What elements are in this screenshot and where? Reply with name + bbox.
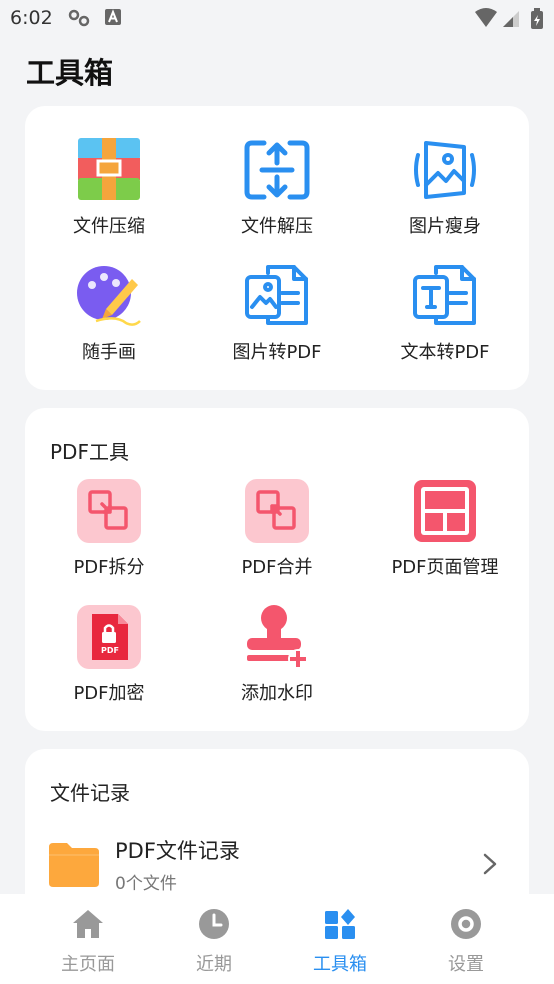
nav-toolbox[interactable]: 工具箱 bbox=[280, 908, 400, 976]
tool-pdf-page-manage[interactable]: PDF页面管理 bbox=[361, 478, 529, 579]
status-time: 6:02 bbox=[10, 7, 53, 29]
nav-label: 近期 bbox=[196, 954, 232, 975]
nav-label: 主页面 bbox=[61, 954, 115, 975]
image-compress-icon bbox=[412, 137, 478, 203]
folder-icon bbox=[49, 843, 99, 887]
pdf-tools-title: PDF工具 bbox=[50, 440, 129, 464]
tool-label: 添加水印 bbox=[241, 683, 313, 704]
tool-file-compress[interactable]: 文件压缩 bbox=[25, 137, 193, 238]
settings-icon bbox=[451, 909, 481, 939]
tool-add-watermark[interactable]: 添加水印 bbox=[193, 604, 361, 705]
pdf-lock-icon: PDF bbox=[76, 604, 142, 670]
nav-label: 设置 bbox=[448, 954, 484, 975]
notification-link-icon bbox=[68, 9, 90, 27]
pdf-split-icon bbox=[76, 478, 142, 544]
records-count: 0个文件 bbox=[115, 874, 177, 894]
tools-card: 文件压缩 文件解压 图片瘦身 随手画 图片转PDF 文本转PDF bbox=[25, 106, 529, 390]
tool-label: PDF加密 bbox=[73, 683, 145, 704]
records-name: PDF文件记录 bbox=[115, 839, 240, 863]
watermark-stamp-icon bbox=[244, 604, 310, 670]
toolbox-icon bbox=[325, 909, 355, 939]
tool-label: 图片瘦身 bbox=[409, 216, 481, 237]
image-to-pdf-icon bbox=[244, 263, 310, 329]
tool-pdf-merge[interactable]: PDF合并 bbox=[193, 478, 361, 579]
unzip-icon bbox=[244, 137, 310, 203]
nav-label: 工具箱 bbox=[313, 954, 367, 975]
signal-icon bbox=[503, 11, 519, 27]
nav-settings[interactable]: 设置 bbox=[406, 908, 526, 976]
nav-recent[interactable]: 近期 bbox=[154, 908, 274, 976]
chevron-right-icon bbox=[483, 853, 497, 875]
palette-icon bbox=[76, 263, 142, 329]
tool-label: 随手画 bbox=[82, 342, 136, 363]
wifi-icon bbox=[475, 8, 497, 27]
archive-icon bbox=[76, 137, 142, 203]
pdf-page-manage-icon bbox=[412, 478, 478, 544]
tool-label: PDF拆分 bbox=[73, 557, 145, 578]
nav-home[interactable]: 主页面 bbox=[28, 908, 148, 976]
tool-image-slim[interactable]: 图片瘦身 bbox=[361, 137, 529, 238]
tool-label: PDF合并 bbox=[241, 557, 313, 578]
records-title: 文件记录 bbox=[50, 781, 130, 805]
text-to-pdf-icon bbox=[412, 263, 478, 329]
pdf-merge-icon bbox=[244, 478, 310, 544]
tool-label: 文件解压 bbox=[241, 216, 313, 237]
pdf-records-row[interactable]: PDF文件记录 0个文件 bbox=[25, 829, 529, 899]
tool-image-to-pdf[interactable]: 图片转PDF bbox=[193, 263, 361, 364]
pdf-tools-card: PDF工具 PDF拆分 PDF合并 PDF页面管理 PDF PDF加密 添加水印 bbox=[25, 408, 529, 731]
clock-icon bbox=[199, 909, 229, 939]
tool-pdf-encrypt[interactable]: PDF PDF加密 bbox=[25, 604, 193, 705]
tool-pdf-split[interactable]: PDF拆分 bbox=[25, 478, 193, 579]
tool-label: 文本转PDF bbox=[400, 342, 490, 363]
tool-label: 图片转PDF bbox=[232, 342, 322, 363]
tool-file-unzip[interactable]: 文件解压 bbox=[193, 137, 361, 238]
status-bar: 6:02 bbox=[0, 0, 554, 36]
battery-icon bbox=[531, 8, 543, 29]
tool-text-to-pdf[interactable]: 文本转PDF bbox=[361, 263, 529, 364]
pdf-lock-text: PDF bbox=[101, 646, 119, 655]
home-icon bbox=[73, 910, 103, 938]
tool-free-draw[interactable]: 随手画 bbox=[25, 263, 193, 364]
bottom-nav: 主页面 近期 工具箱 设置 bbox=[0, 894, 554, 984]
tool-label: 文件压缩 bbox=[73, 216, 145, 237]
page-title: 工具箱 bbox=[26, 56, 114, 90]
tool-label: PDF页面管理 bbox=[391, 557, 499, 578]
keyboard-a-icon bbox=[105, 9, 121, 25]
